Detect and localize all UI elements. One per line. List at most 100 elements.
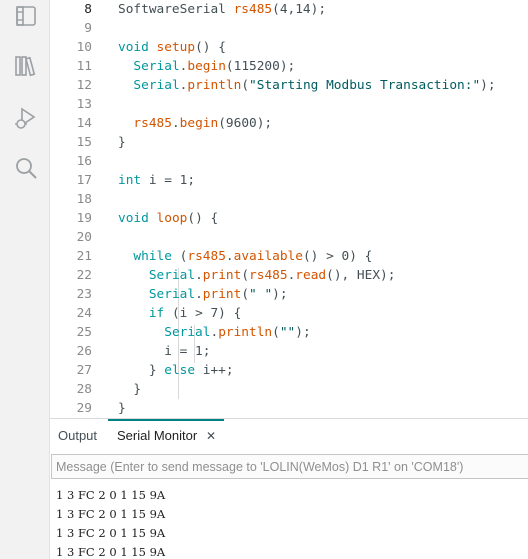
code-line[interactable]: 23 Serial.print(" "); (50, 285, 528, 304)
code-token: void (118, 211, 149, 226)
code-token: print (202, 268, 242, 283)
code-line[interactable]: 22 Serial.print(rs485.read(), HEX); (50, 266, 528, 285)
code-text: int i = 1; (118, 171, 195, 190)
line-number: 13 (76, 97, 92, 112)
code-token: loop (156, 211, 188, 226)
code-token: . (171, 116, 180, 131)
code-text: void setup() { (118, 38, 226, 57)
code-line[interactable]: 27 } else i++; (50, 361, 528, 380)
code-line[interactable]: 10 void setup() { (50, 38, 528, 57)
code-token: ( (171, 249, 188, 264)
code-line[interactable]: 24 if (i > 7) { (50, 304, 528, 323)
code-line[interactable]: 11 Serial.begin(115200); (50, 57, 528, 76)
activity-bar (0, 0, 50, 559)
code-text: Serial.println(""); (118, 323, 310, 342)
panel-tabs: Output Serial Monitor ✕ (50, 419, 528, 453)
code-token: available (233, 249, 303, 264)
code-token: i = 1; (141, 173, 196, 188)
code-token: else (164, 363, 196, 378)
line-number: 20 (76, 230, 92, 245)
line-number: 16 (76, 154, 92, 169)
code-token: Serial (133, 59, 180, 74)
line-number: 11 (76, 59, 92, 74)
line-number: 29 (76, 401, 92, 416)
library-manager-icon[interactable] (13, 53, 39, 79)
code-token: (9600); (218, 116, 273, 131)
code-line[interactable]: 17 int i = 1; (50, 171, 528, 190)
code-token: ( (272, 325, 280, 340)
code-token: println (218, 325, 273, 340)
code-token: begin (179, 116, 219, 131)
code-text: if (i > 7) { (118, 304, 241, 323)
code-token: void (118, 40, 149, 55)
code-line[interactable]: 13 (50, 95, 528, 114)
code-line[interactable]: 20 (50, 228, 528, 247)
code-token: "Starting Modbus Transaction:" (249, 78, 481, 93)
line-number: 27 (76, 363, 92, 378)
code-token: "" (279, 325, 296, 340)
search-icon[interactable] (13, 155, 39, 181)
code-token: Serial (133, 78, 180, 93)
code-token: SoftwareSerial (118, 2, 234, 17)
line-number: 24 (76, 306, 92, 321)
code-line[interactable]: 9 (50, 19, 528, 38)
code-token: Serial (148, 268, 196, 283)
line-number: 10 (76, 40, 92, 55)
sketchbook-icon[interactable] (13, 3, 39, 29)
code-token: () > 0) { (302, 249, 373, 264)
code-line[interactable]: 8 SoftwareSerial rs485(4,14); (50, 0, 528, 19)
code-token: while (133, 249, 172, 264)
code-token: (115200); (225, 59, 296, 74)
code-token: println (187, 78, 242, 93)
code-token: " " (249, 287, 273, 302)
code-token: read (295, 268, 327, 283)
code-text: } (118, 399, 126, 418)
code-token: (i > 7) { (164, 306, 242, 321)
code-editor[interactable]: 8 SoftwareSerial rs485(4,14); 9 10 void setu… (50, 0, 528, 418)
code-text: Serial.begin(115200); (118, 57, 295, 76)
code-token: ( (241, 268, 250, 283)
code-text: i = 1; (118, 342, 210, 361)
code-line[interactable]: 12 Serial.println("Starting Modbus Trans… (50, 76, 528, 95)
debug-icon[interactable] (13, 105, 39, 131)
code-text: Serial.print(rs485.read(), HEX); (118, 266, 396, 285)
line-number: 12 (76, 78, 92, 93)
code-line[interactable]: 16 (50, 152, 528, 171)
monitor-line: 1 3 FC 2 0 1 15 9A (56, 526, 166, 540)
line-number: 14 (76, 116, 92, 131)
code-line[interactable]: 28 } (50, 380, 528, 399)
code-token: i++; (195, 363, 234, 378)
serial-message-input[interactable] (51, 454, 528, 479)
code-token: Serial (164, 325, 211, 340)
line-number: 17 (76, 173, 92, 188)
code-token: begin (187, 59, 226, 74)
code-token: } (118, 135, 126, 150)
code-text: } else i++; (118, 361, 234, 380)
code-token: int (118, 173, 142, 188)
code-token: . (195, 268, 203, 283)
code-token: ); (272, 287, 288, 302)
code-token: setup (156, 40, 196, 55)
tab-output[interactable]: Output (58, 419, 97, 453)
code-line[interactable]: 21 while (rs485.available() > 0) { (50, 247, 528, 266)
code-line[interactable]: 25 Serial.println(""); (50, 323, 528, 342)
code-line[interactable]: 15} (50, 133, 528, 152)
code-line[interactable]: 26 i = 1; (50, 342, 528, 361)
code-line[interactable]: 19 void loop() { (50, 209, 528, 228)
code-line[interactable]: 18 (50, 190, 528, 209)
close-icon[interactable]: ✕ (206, 419, 216, 453)
code-token: ); (480, 78, 496, 93)
code-line[interactable]: 29} (50, 399, 528, 418)
line-number: 9 (84, 21, 92, 36)
code-token: () { (195, 40, 226, 55)
code-line[interactable]: 14 rs485.begin(9600); (50, 114, 528, 133)
tab-serial-monitor[interactable]: Serial Monitor (117, 419, 197, 453)
